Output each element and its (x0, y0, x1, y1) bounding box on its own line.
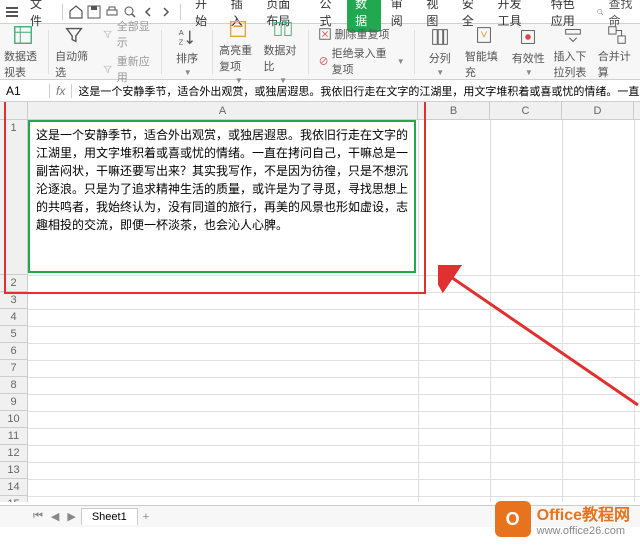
col-header-b[interactable]: B (418, 102, 490, 119)
row-header[interactable]: 8 (0, 377, 27, 394)
data-toolbar: 数据透视表 自动筛选 全部显示 重新应用 AZ 排序▼ 高亮重复项▼ 数据对比▼… (0, 24, 640, 80)
reject-dup-button[interactable]: 拒绝录入重复项▼ (315, 44, 408, 78)
row-header[interactable]: 7 (0, 360, 27, 377)
cells-grid[interactable]: 这是一个安静季节，适合外出观赏，或独居遐思。我依旧行走在文字的江湖里，用文字堆积… (28, 120, 640, 502)
row-header[interactable]: 9 (0, 394, 27, 411)
cell-a1[interactable]: 这是一个安静季节，适合外出观赏，或独居遐思。我依旧行走在文字的江湖里，用文字堆积… (28, 120, 416, 273)
sort-button[interactable]: AZ 排序▼ (168, 26, 206, 77)
autofilter-button[interactable]: 自动筛选 (55, 24, 93, 80)
remove-dup-label: 删除重复项 (335, 26, 390, 42)
sheet-tab-1[interactable]: Sheet1 (81, 508, 138, 525)
row-headers: 1 2 3 4 5 6 7 8 9 10 11 12 13 14 15 (0, 120, 28, 502)
select-all-corner[interactable] (0, 102, 28, 119)
reject-dup-label: 拒绝录入重复项 (332, 45, 393, 77)
pivot-label: 数据透视表 (4, 48, 42, 80)
showall-button[interactable]: 全部显示 (99, 17, 155, 51)
consolidate-button[interactable]: 合并计算 (598, 24, 636, 80)
watermark-logo: O (495, 501, 531, 537)
highlight-dup-button[interactable]: 高亮重复项▼ (219, 18, 257, 85)
insert-dropdown-button[interactable]: 插入下拉列表 (553, 24, 591, 80)
row-header[interactable]: 13 (0, 462, 27, 479)
col-header-c[interactable]: C (490, 102, 562, 119)
fx-icon[interactable]: fx (50, 84, 72, 98)
sheet-area: A B C D 1 2 3 4 5 6 7 8 9 10 11 12 13 14… (0, 102, 640, 502)
menu-icon[interactable] (4, 2, 20, 22)
remove-dup-button[interactable]: 删除重复项 (315, 25, 408, 43)
row-header[interactable]: 12 (0, 445, 27, 462)
data-compare-button[interactable]: 数据对比▼ (263, 18, 301, 85)
pivot-table-button[interactable]: 数据透视表 (4, 24, 42, 80)
row-header[interactable]: 15 (0, 496, 27, 502)
name-box[interactable]: A1 (0, 84, 50, 98)
validation-button[interactable]: 有效性▼ (509, 26, 547, 77)
reapply-label: 重新应用 (117, 53, 152, 85)
row-header[interactable]: 6 (0, 343, 27, 360)
watermark: O Office教程网 www.office26.com (495, 501, 630, 537)
divider (62, 4, 63, 20)
home-icon[interactable] (68, 2, 84, 22)
consolidate-label: 合并计算 (598, 48, 636, 80)
sheet-nav-next[interactable]: ▶ (64, 510, 78, 523)
row-header[interactable]: 3 (0, 292, 27, 309)
flash-fill-button[interactable]: 智能填充 (465, 24, 503, 80)
formula-content[interactable]: 这是一个安静季节，适合外出观赏，或独居遐思。我依旧行走在文字的江湖里，用文字堆积… (72, 83, 640, 99)
formula-bar: A1 fx 这是一个安静季节，适合外出观赏，或独居遐思。我依旧行走在文字的江湖里… (0, 80, 640, 102)
row-header-1[interactable]: 1 (0, 120, 27, 275)
autofilter-label: 自动筛选 (55, 48, 93, 80)
validation-label: 有效性 (512, 50, 545, 66)
watermark-url: www.office26.com (537, 525, 630, 537)
sort-label: 排序 (176, 50, 198, 66)
data-compare-label: 数据对比 (263, 42, 301, 74)
showall-label: 全部显示 (117, 18, 152, 50)
column-headers: A B C D (0, 102, 640, 120)
reapply-button[interactable]: 重新应用 (99, 52, 155, 86)
annotation-arrow (438, 265, 640, 415)
sheet-nav-first[interactable]: ⏮ (30, 510, 46, 523)
flashfill-label: 智能填充 (465, 48, 503, 80)
sheet-nav-prev[interactable]: ◀ (48, 510, 62, 523)
redo-icon[interactable] (158, 2, 174, 22)
col-header-d[interactable]: D (562, 102, 634, 119)
row-header[interactable]: 10 (0, 411, 27, 428)
texttocol-label: 分列 (429, 50, 451, 66)
row-header[interactable]: 14 (0, 479, 27, 496)
watermark-title: Office教程网 (537, 501, 630, 525)
svg-text:A: A (179, 28, 184, 37)
ribbon-tabs: 文件 开始 插入 页面布局 公式 数据 审阅 视图 安全 开发工具 特色应用 查… (0, 0, 640, 24)
dropdown-label: 插入下拉列表 (553, 48, 591, 80)
divider (180, 4, 181, 20)
highlight-dup-label: 高亮重复项 (219, 42, 257, 74)
text-to-columns-button[interactable]: 分列▼ (421, 26, 459, 77)
row-header[interactable]: 5 (0, 326, 27, 343)
row-header[interactable]: 4 (0, 309, 27, 326)
add-sheet-button[interactable]: + (140, 511, 152, 523)
row-header[interactable]: 11 (0, 428, 27, 445)
svg-text:Z: Z (179, 37, 184, 46)
row-header[interactable]: 2 (0, 275, 27, 292)
col-header-a[interactable]: A (28, 102, 418, 119)
